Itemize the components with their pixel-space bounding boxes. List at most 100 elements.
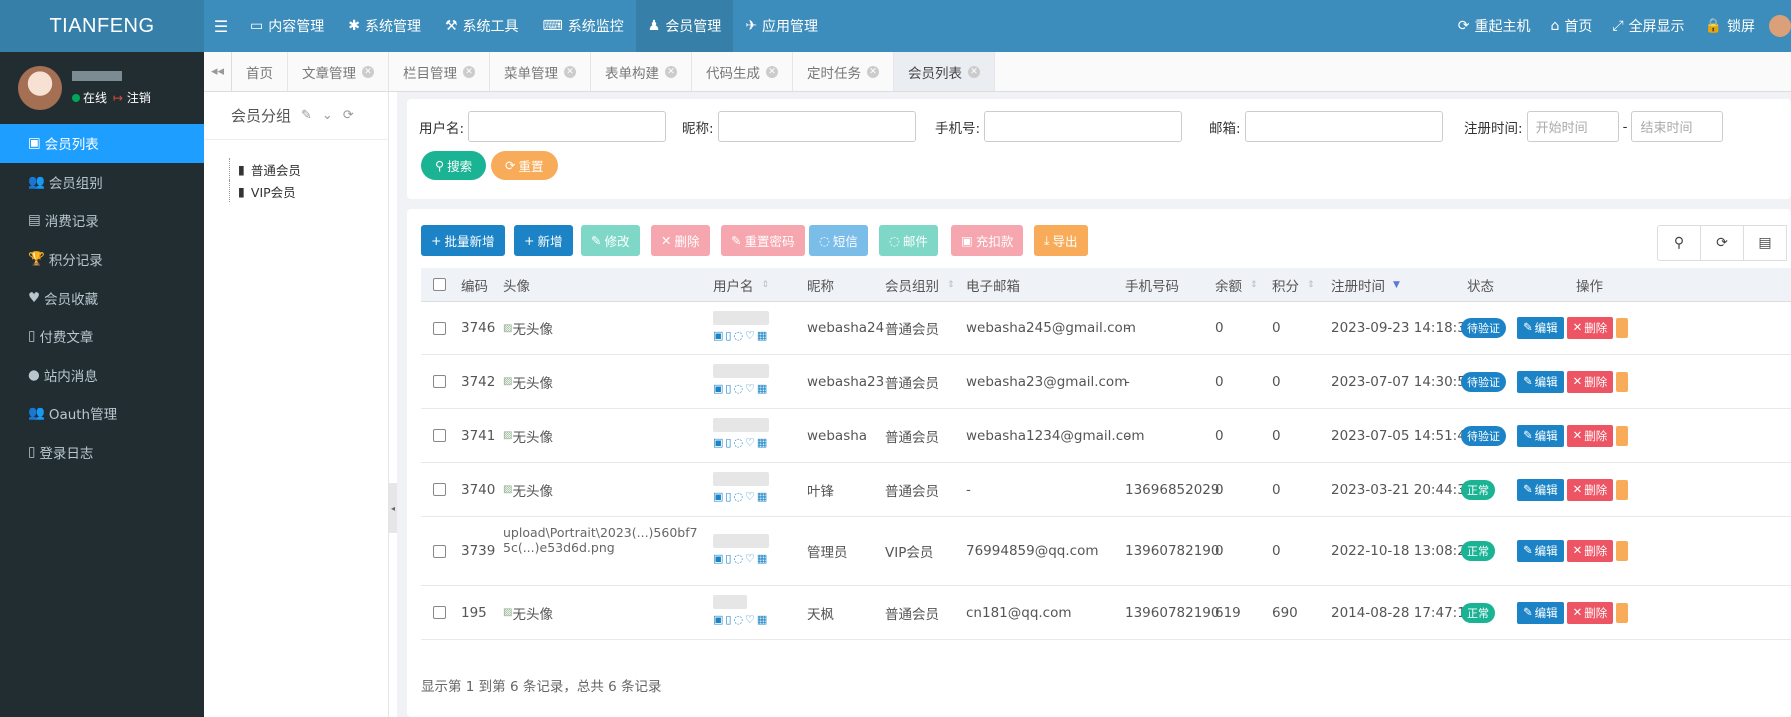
sidebar-item-messages[interactable]: ● 站内消息 [0,356,204,395]
delete-button[interactable]: ✕ 删除 [651,225,710,256]
sms-button[interactable]: ◌ 短信 [809,225,868,256]
row-more-button[interactable] [1616,425,1628,446]
edit-icon[interactable]: ✎ [301,108,312,123]
home-button[interactable]: ⌂ 首页 [1540,0,1602,52]
sidebar-item-member-list[interactable]: ▣ 会员列表 [0,124,204,163]
row-delete-button[interactable]: ✕ 删除 [1566,370,1614,393]
table-row[interactable]: 3739 upload\Portrait\2023(...)560bf75c(..… [421,517,1791,586]
nav-members[interactable]: ♟ 会员管理 [635,0,734,52]
row-checkbox[interactable] [433,375,446,388]
add-button[interactable]: + 新增 [514,225,573,256]
user-action-icons[interactable]: ▣▯◌♡▦ [713,382,769,395]
tree-node-normal[interactable]: ▮ 普通会员 [229,158,388,180]
close-icon[interactable]: ✕ [362,65,374,78]
tab-columns[interactable]: 栏目管理 ✕ [389,52,490,91]
table-row[interactable]: 195 ▨ 无头像 ▣▯◌♡▦ 天枫 普通会员 cn181@qq.com 1396078219… [421,586,1791,640]
select-all-checkbox[interactable] [433,278,446,291]
table-row[interactable]: 3740 ▨ 无头像 ▣▯◌♡▦ 叶锋 普通会员 -13696852029 0 0 2023-03… [421,463,1791,517]
row-checkbox[interactable] [433,321,446,335]
row-delete-button[interactable]: ✕ 删除 [1566,540,1614,562]
row-checkbox[interactable] [433,606,446,619]
tab-codegen[interactable]: 代码生成 ✕ [692,52,793,91]
sidebar-item-login-log[interactable]: ▯ 登录日志 [0,433,204,472]
reset-button[interactable]: ⟳ 重置 [491,151,558,180]
row-delete-button[interactable]: ✕ 删除 [1566,478,1614,501]
table-row[interactable]: 3741 ▨ 无头像 ▣▯◌♡▦ webasha 普通会员 webasha1234@gmai… [421,409,1791,463]
col-group[interactable]: 会员组别 ⇕ [885,275,955,295]
sidebar-item-member-group[interactable]: 👥 会员组别 [0,163,204,202]
start-time-input[interactable]: 开始时间 [1526,111,1619,142]
sidebar-toggle-icon[interactable]: ☰ [204,0,238,52]
user-action-icons[interactable]: ▣▯◌♡▦ [713,552,769,565]
tabs-scroll-left-icon[interactable]: ◂◂ [204,52,232,91]
row-checkbox[interactable] [433,544,446,558]
row-more-button[interactable] [1616,541,1628,561]
col-regtime[interactable]: 注册时间 ▼ [1331,275,1400,295]
end-time-input[interactable]: 结束时间 [1631,111,1724,142]
tab-form-builder[interactable]: 表单构建 ✕ [591,52,692,91]
tab-member-list[interactable]: 会员列表 ✕ [894,52,995,91]
close-icon[interactable]: ✕ [463,65,475,78]
chevron-down-icon[interactable]: ⌄ [322,108,333,123]
row-more-button[interactable] [1616,479,1628,500]
search-toggle-icon[interactable]: ⚲ [1657,225,1701,261]
nav-content[interactable]: ▭ 内容管理 [238,0,336,52]
logout-link[interactable]: ↦ 注销 [113,89,151,106]
row-edit-button[interactable]: ✎ 编辑 [1517,317,1564,339]
nav-apps[interactable]: ✈ 应用管理 [733,0,830,52]
columns-icon[interactable]: ▤ [1743,225,1787,261]
batch-add-button[interactable]: + 批量新增 [421,225,505,256]
close-icon[interactable]: ✕ [867,65,879,78]
email-field[interactable] [1244,111,1443,142]
sidebar-item-paid-articles[interactable]: ▯ 付费文章 [0,317,204,356]
user-action-icons[interactable]: ▣▯◌♡▦ [713,329,769,342]
row-more-button[interactable] [1616,371,1628,392]
close-icon[interactable]: ✕ [665,65,677,78]
panel-collapse-handle[interactable]: ◂ [389,483,397,533]
brand-logo[interactable]: TIANFENG [0,0,204,52]
close-icon[interactable]: ✕ [564,65,576,78]
row-more-button[interactable] [1616,318,1628,338]
table-row[interactable]: 3742 ▨ 无头像 ▣▯◌♡▦ webasha23 普通会员 webasha23@gmai… [421,355,1791,409]
row-checkbox[interactable] [433,483,446,496]
sidebar-item-points[interactable]: 🏆 积分记录 [0,240,204,279]
user-action-icons[interactable]: ▣▯◌♡▦ [713,436,769,449]
username-input[interactable] [468,111,667,142]
row-delete-button[interactable]: ✕ 删除 [1566,424,1614,447]
nav-system[interactable]: ✱ 系统管理 [336,0,433,52]
col-username[interactable]: 用户名 ⇕ [713,275,769,295]
refresh-icon[interactable]: ⟳ [343,108,354,123]
tab-scheduled-tasks[interactable]: 定时任务 ✕ [793,52,894,91]
edit-button[interactable]: ✎ 修改 [581,225,640,256]
nickname-input[interactable] [717,111,916,142]
refresh-icon[interactable]: ⟳ [1700,225,1744,261]
reset-password-button[interactable]: ✎ 重置密码 [721,225,805,256]
search-button[interactable]: ⚲ 搜索 [421,151,487,180]
nav-tools[interactable]: ⚒ 系统工具 [433,0,531,52]
sidebar-item-consumption[interactable]: ▤ 消费记录 [0,201,204,240]
user-action-icons[interactable]: ▣▯◌♡▦ [713,490,769,503]
sidebar-item-favorites[interactable]: ♥ 会员收藏 [0,278,204,317]
fullscreen-button[interactable]: ⤢ 全屏显示 [1602,0,1694,52]
row-edit-button[interactable]: ✎ 编辑 [1517,540,1564,562]
export-button[interactable]: ⤓ 导出 [1034,225,1088,256]
close-icon[interactable]: ✕ [766,65,778,78]
row-edit-button[interactable]: ✎ 编辑 [1517,478,1564,501]
restart-host-button[interactable]: ⟳ 重起主机 [1448,0,1541,52]
col-points[interactable]: 积分 ⇕ [1272,275,1315,295]
close-icon[interactable]: ✕ [968,65,980,78]
row-delete-button[interactable]: ✕ 删除 [1566,601,1614,624]
row-checkbox[interactable] [433,429,446,442]
tree-node-vip[interactable]: ▮ VIP会员 [229,180,388,202]
recharge-button[interactable]: ▣ 充扣款 [951,225,1024,256]
col-balance[interactable]: 余额 ⇕ [1215,275,1258,295]
user-avatar-top[interactable] [1769,15,1791,37]
row-more-button[interactable] [1616,602,1628,623]
lock-screen-button[interactable]: 🔒 锁屏 [1695,0,1765,52]
row-edit-button[interactable]: ✎ 编辑 [1517,424,1564,447]
nav-monitor[interactable]: ⌨ 系统监控 [531,0,636,52]
phone-input[interactable] [984,111,1183,142]
row-edit-button[interactable]: ✎ 编辑 [1517,370,1564,393]
table-row[interactable]: 3746 ▨ 无头像 ▣▯◌♡▦ webasha24 普通会员 webasha245@gma… [421,302,1791,355]
mail-button[interactable]: ◌ 邮件 [879,225,938,256]
